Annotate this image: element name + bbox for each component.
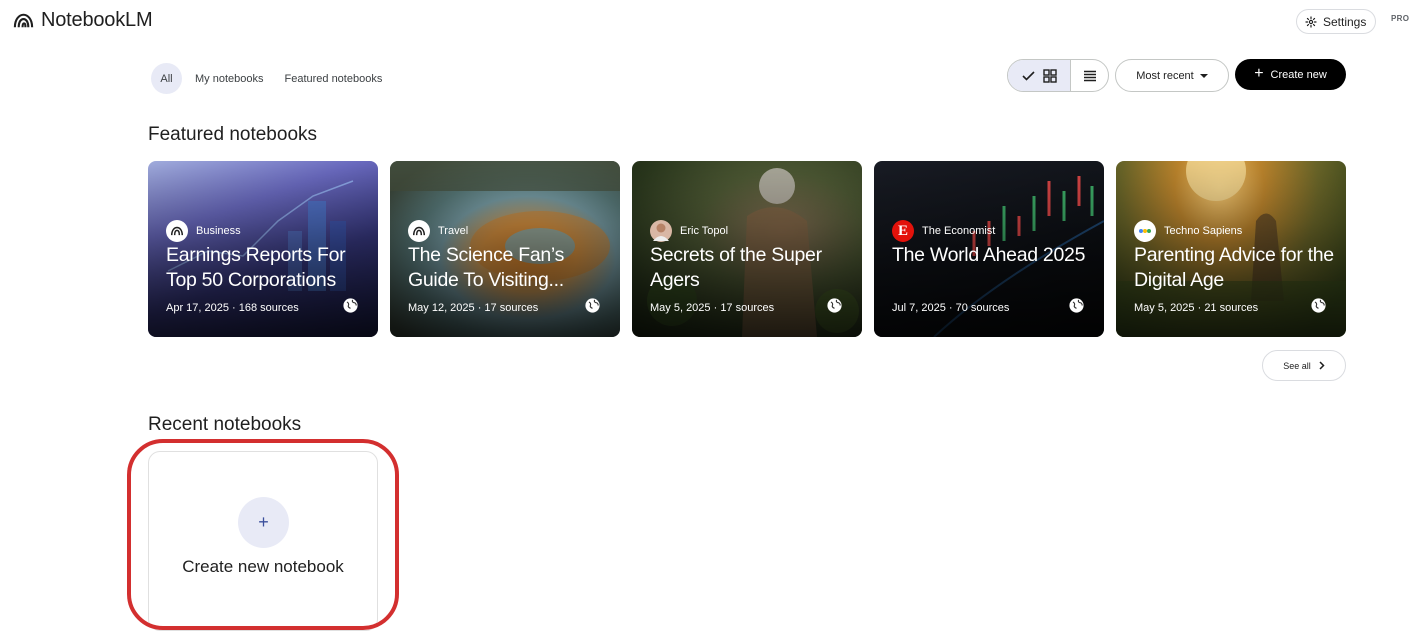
create-new-button[interactable]: + Create new bbox=[1235, 59, 1346, 90]
create-new-label: Create new bbox=[1270, 68, 1327, 81]
globe-icon bbox=[343, 298, 358, 313]
tab-my-notebooks[interactable]: My notebooks bbox=[187, 63, 271, 94]
featured-card[interactable]: Business Earnings Reports For Top 50 Cor… bbox=[148, 161, 378, 337]
card-source-name: Business bbox=[196, 225, 241, 237]
featured-card[interactable]: Travel The Science Fan’s Guide To Visiti… bbox=[390, 161, 620, 337]
featured-card[interactable]: Eric Topol Secrets of the Super Agers Ma… bbox=[632, 161, 862, 337]
card-title: The World Ahead 2025 bbox=[892, 244, 1086, 266]
globe-icon bbox=[585, 298, 600, 313]
sort-dropdown[interactable]: Most recent bbox=[1115, 59, 1229, 92]
card-title: Parenting Advice for the Digital Age bbox=[1134, 244, 1334, 291]
card-source-name: Eric Topol bbox=[680, 225, 729, 237]
card-source-name: The Economist bbox=[922, 225, 996, 237]
chevron-right-icon bbox=[1319, 361, 1325, 370]
card-meta: Jul 7, 2025 · 70 sources bbox=[892, 302, 1010, 314]
app-logo[interactable]: NotebookLM bbox=[12, 9, 153, 32]
globe-icon bbox=[1069, 298, 1084, 313]
card-source: Techno Sapiens bbox=[1134, 220, 1242, 242]
view-toggle bbox=[1007, 59, 1109, 92]
recent-heading: Recent notebooks bbox=[148, 414, 302, 435]
see-all-button[interactable]: See all bbox=[1262, 350, 1346, 381]
card-meta: May 5, 2025 · 21 sources bbox=[1134, 302, 1259, 314]
list-icon bbox=[1083, 70, 1096, 81]
notebooklm-logo-icon bbox=[13, 13, 34, 28]
card-source-name: Travel bbox=[438, 225, 469, 237]
list-view-button[interactable] bbox=[1071, 60, 1108, 91]
card-source: Eric Topol bbox=[650, 220, 728, 242]
settings-label: Settings bbox=[1323, 14, 1367, 29]
card-source: Travel bbox=[408, 220, 468, 242]
caret-down-icon bbox=[1199, 73, 1208, 78]
pro-badge: PRO bbox=[1391, 14, 1410, 23]
card-title: Earnings Reports For Top 50 Corporations bbox=[166, 244, 346, 291]
tab-all[interactable]: All bbox=[151, 63, 182, 94]
author-avatar-icon bbox=[650, 220, 672, 242]
globe-icon bbox=[1311, 298, 1326, 313]
notebooklm-logo-icon bbox=[166, 220, 188, 242]
card-meta: May 5, 2025 · 17 sources bbox=[650, 302, 775, 314]
grid-icon bbox=[1042, 68, 1057, 83]
grid-view-button[interactable] bbox=[1008, 60, 1071, 91]
economist-logo-icon: E bbox=[892, 220, 914, 242]
card-source: E The Economist bbox=[892, 220, 995, 242]
card-title: Secrets of the Super Agers bbox=[650, 244, 822, 291]
card-meta: Apr 17, 2025 · 168 sources bbox=[166, 302, 299, 314]
create-new-notebook-tile[interactable]: + Create new notebook bbox=[148, 451, 378, 631]
card-source: Business bbox=[166, 220, 241, 242]
card-meta: May 12, 2025 · 17 sources bbox=[408, 302, 539, 314]
notebooklm-logo-icon bbox=[408, 220, 430, 242]
see-all-label: See all bbox=[1283, 360, 1311, 371]
checkmark-icon bbox=[1021, 70, 1035, 81]
sort-label: Most recent bbox=[1136, 69, 1194, 82]
featured-heading: Featured notebooks bbox=[148, 124, 318, 145]
plus-icon: + bbox=[238, 497, 289, 548]
featured-card[interactable]: Techno Sapiens Parenting Advice for the … bbox=[1116, 161, 1346, 337]
tab-featured-notebooks[interactable]: Featured notebooks bbox=[276, 63, 390, 94]
filter-tabs: All My notebooks Featured notebooks bbox=[151, 63, 395, 94]
card-source-name: Techno Sapiens bbox=[1164, 225, 1243, 237]
featured-card[interactable]: E The Economist The World Ahead 2025 Jul… bbox=[874, 161, 1104, 337]
gear-icon bbox=[1305, 15, 1317, 28]
techno-sapiens-logo-icon bbox=[1134, 220, 1156, 242]
globe-icon bbox=[827, 298, 842, 313]
app-title: NotebookLM bbox=[41, 9, 153, 31]
plus-icon: + bbox=[1254, 64, 1264, 82]
create-new-notebook-label: Create new notebook bbox=[182, 557, 344, 576]
card-title: The Science Fan’s Guide To Visiting... bbox=[408, 244, 565, 291]
settings-button[interactable]: Settings bbox=[1296, 9, 1377, 34]
